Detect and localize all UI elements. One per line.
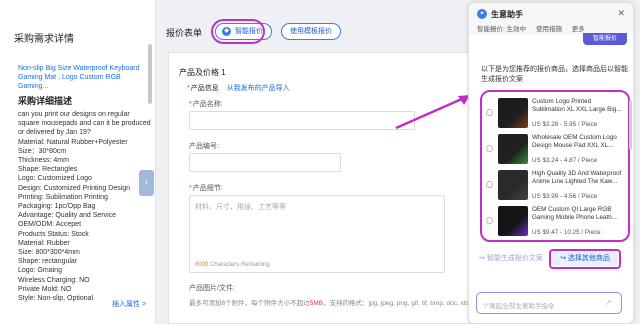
product-images-label: 产品图片/文件: bbox=[189, 285, 235, 292]
pointer-arrow bbox=[395, 95, 470, 130]
product-info-row: *产品信息 从我发布的产品导入 bbox=[187, 85, 290, 92]
product-code-label: 产品编号: bbox=[189, 143, 219, 150]
recommended-product[interactable]: Custom Logo Printed Sublimation XL XXL L… bbox=[484, 96, 624, 132]
quote-form-title: 报价表单 bbox=[166, 28, 203, 38]
assistant-logo-icon: ✦ bbox=[477, 9, 487, 19]
detail-placeholder: 材料、尺寸、用途、工艺等等 bbox=[195, 204, 286, 211]
product-radio[interactable] bbox=[486, 217, 493, 224]
description-line: Printing: Sublimation Printing bbox=[18, 193, 108, 201]
product-name-input[interactable] bbox=[189, 111, 415, 130]
description-line: Wireless Charging: NO bbox=[18, 276, 90, 284]
description-line: Shape: Rectangles bbox=[18, 166, 78, 174]
assistant-header: ✦ 生意助手 智能报价: 生效中 使用措施 更多 ✕ bbox=[469, 3, 633, 35]
left-scrollbar[interactable] bbox=[148, 44, 152, 104]
description-line: Packaging: 1pc/Opp Bag bbox=[18, 203, 96, 211]
description-line: Shape: rectangular bbox=[18, 258, 78, 266]
purchase-detail-title: 采购需求详情 bbox=[14, 34, 74, 45]
description-line: can you print our designs on regular bbox=[18, 111, 130, 118]
assistant-meta: 智能报价: 生效中 使用措施 更多 bbox=[477, 23, 593, 33]
description-line: OEM/ODM: Accepet bbox=[18, 221, 82, 229]
description-line: Products Status: Stock bbox=[18, 230, 89, 238]
product-thumbnail bbox=[498, 170, 528, 200]
product-price: US $3.28 - 5.95 / Piece bbox=[532, 121, 598, 128]
button-highlight-ring bbox=[549, 249, 621, 269]
product-name: Wholesale OEM Custom Logo Design Mouse P… bbox=[532, 134, 617, 149]
product-price: US $3.24 - 4.87 / Piece bbox=[532, 157, 598, 164]
purchase-detail-panel: 采购需求详情 Non-slip Big Size Waterproof Keyb… bbox=[0, 0, 156, 324]
description-line: square mousepads and can it be produced bbox=[18, 120, 151, 128]
assistant-scrollbar[interactable] bbox=[629, 100, 632, 150]
product-radio[interactable] bbox=[486, 181, 493, 188]
product-detail-textarea[interactable]: 材料、尺寸、用途、工艺等等 8000 Characters Remaining bbox=[189, 195, 445, 273]
product-name: Custom Logo Printed Sublimation XL XXL L… bbox=[532, 98, 622, 113]
description-line: or delivered by Jan 19? bbox=[18, 129, 91, 137]
description-line: Material: Natural Rubber+Polyester bbox=[18, 138, 128, 146]
product-card-title: 产品及价格 1 bbox=[179, 68, 226, 77]
char-counter: 8000 Characters Remaining bbox=[195, 262, 270, 268]
product-name: High Quality 3D And Waterproof Anime Lin… bbox=[532, 170, 622, 185]
description-line: Private Mold: NO bbox=[18, 285, 72, 293]
recommended-product[interactable]: OEM Custom QI Large RGB Gaming Mobile Ph… bbox=[484, 204, 624, 240]
purchase-description: can you print our designs on regular squa… bbox=[18, 110, 151, 303]
product-code-input[interactable] bbox=[189, 153, 341, 172]
purchase-description-heading: 采购详细描述 bbox=[18, 96, 73, 106]
highlight-ring bbox=[211, 19, 265, 44]
product-info-label: 产品信息 bbox=[190, 85, 219, 92]
send-icon[interactable]: ↗ bbox=[605, 298, 615, 308]
assistant-title: 生意助手 bbox=[491, 10, 523, 19]
product-price: US $3.99 - 4.56 / Piece bbox=[532, 193, 598, 200]
description-line: Size: 800*300*4mm bbox=[18, 249, 80, 257]
product-name-label: *产品名称: bbox=[189, 101, 223, 108]
generate-quote-text-button[interactable]: ↪ 智能生成报价文案 bbox=[476, 252, 546, 266]
description-line: Logo: Customized Logo bbox=[18, 175, 92, 183]
prev-ai-quote-button[interactable]: 智能报价 bbox=[583, 33, 627, 45]
description-line: Design: Customized Printing Design bbox=[18, 184, 131, 192]
description-line: Advantage: Quality and Service bbox=[18, 212, 117, 220]
product-thumbnail bbox=[498, 206, 528, 236]
description-line: Thickness: 4mm bbox=[18, 157, 69, 165]
product-name: OEM Custom QI Large RGB Gaming Mobile Ph… bbox=[532, 206, 618, 221]
recommended-product[interactable]: Wholesale OEM Custom Logo Design Mouse P… bbox=[484, 132, 624, 168]
description-line: Logo: Gmaing bbox=[18, 267, 62, 275]
assistant-command-input[interactable]: "/"唤起全部生意助手指令 ↗ bbox=[476, 292, 622, 314]
collapse-panel-button[interactable]: ‹ bbox=[139, 170, 154, 196]
product-price: US $9.47 - 10.25 / Piece bbox=[532, 229, 601, 236]
product-thumbnail bbox=[498, 134, 528, 164]
close-icon[interactable]: ✕ bbox=[617, 8, 625, 19]
product-detail-label: *产品细节: bbox=[189, 185, 223, 192]
import-product-link[interactable]: 从我发布的产品导入 bbox=[227, 85, 290, 92]
assistant-more[interactable]: 更多 bbox=[572, 26, 585, 33]
product-thumbnail bbox=[498, 98, 528, 128]
command-placeholder: "/"唤起全部生意助手指令 bbox=[483, 303, 555, 310]
insert-attributes-link[interactable]: 插入属性 > bbox=[112, 299, 146, 309]
product-radio[interactable] bbox=[486, 109, 493, 116]
product-link[interactable]: Non-slip Big Size Waterproof Keyboard Ga… bbox=[18, 64, 148, 91]
assistant-usage[interactable]: 使用措施 bbox=[536, 26, 562, 33]
description-line: Size：30*80cm bbox=[18, 147, 67, 155]
product-radio[interactable] bbox=[486, 145, 493, 152]
template-quote-button[interactable]: 使用模板报价 bbox=[281, 23, 341, 40]
quote-form-area: 报价表单 ◆ 智能报价 使用模板报价 产品及价格 1 *产品信息 从我发布的产品… bbox=[160, 0, 530, 324]
assistant-intro: 以下是为您推荐的报价商品，选择商品后以智能生成报价文案 bbox=[481, 66, 628, 83]
description-line: Material: Rubber bbox=[18, 239, 70, 247]
assistant-status[interactable]: 智能报价: 生效中 bbox=[477, 26, 526, 33]
recommended-product[interactable]: High Quality 3D And Waterproof Anime Lin… bbox=[484, 168, 624, 204]
